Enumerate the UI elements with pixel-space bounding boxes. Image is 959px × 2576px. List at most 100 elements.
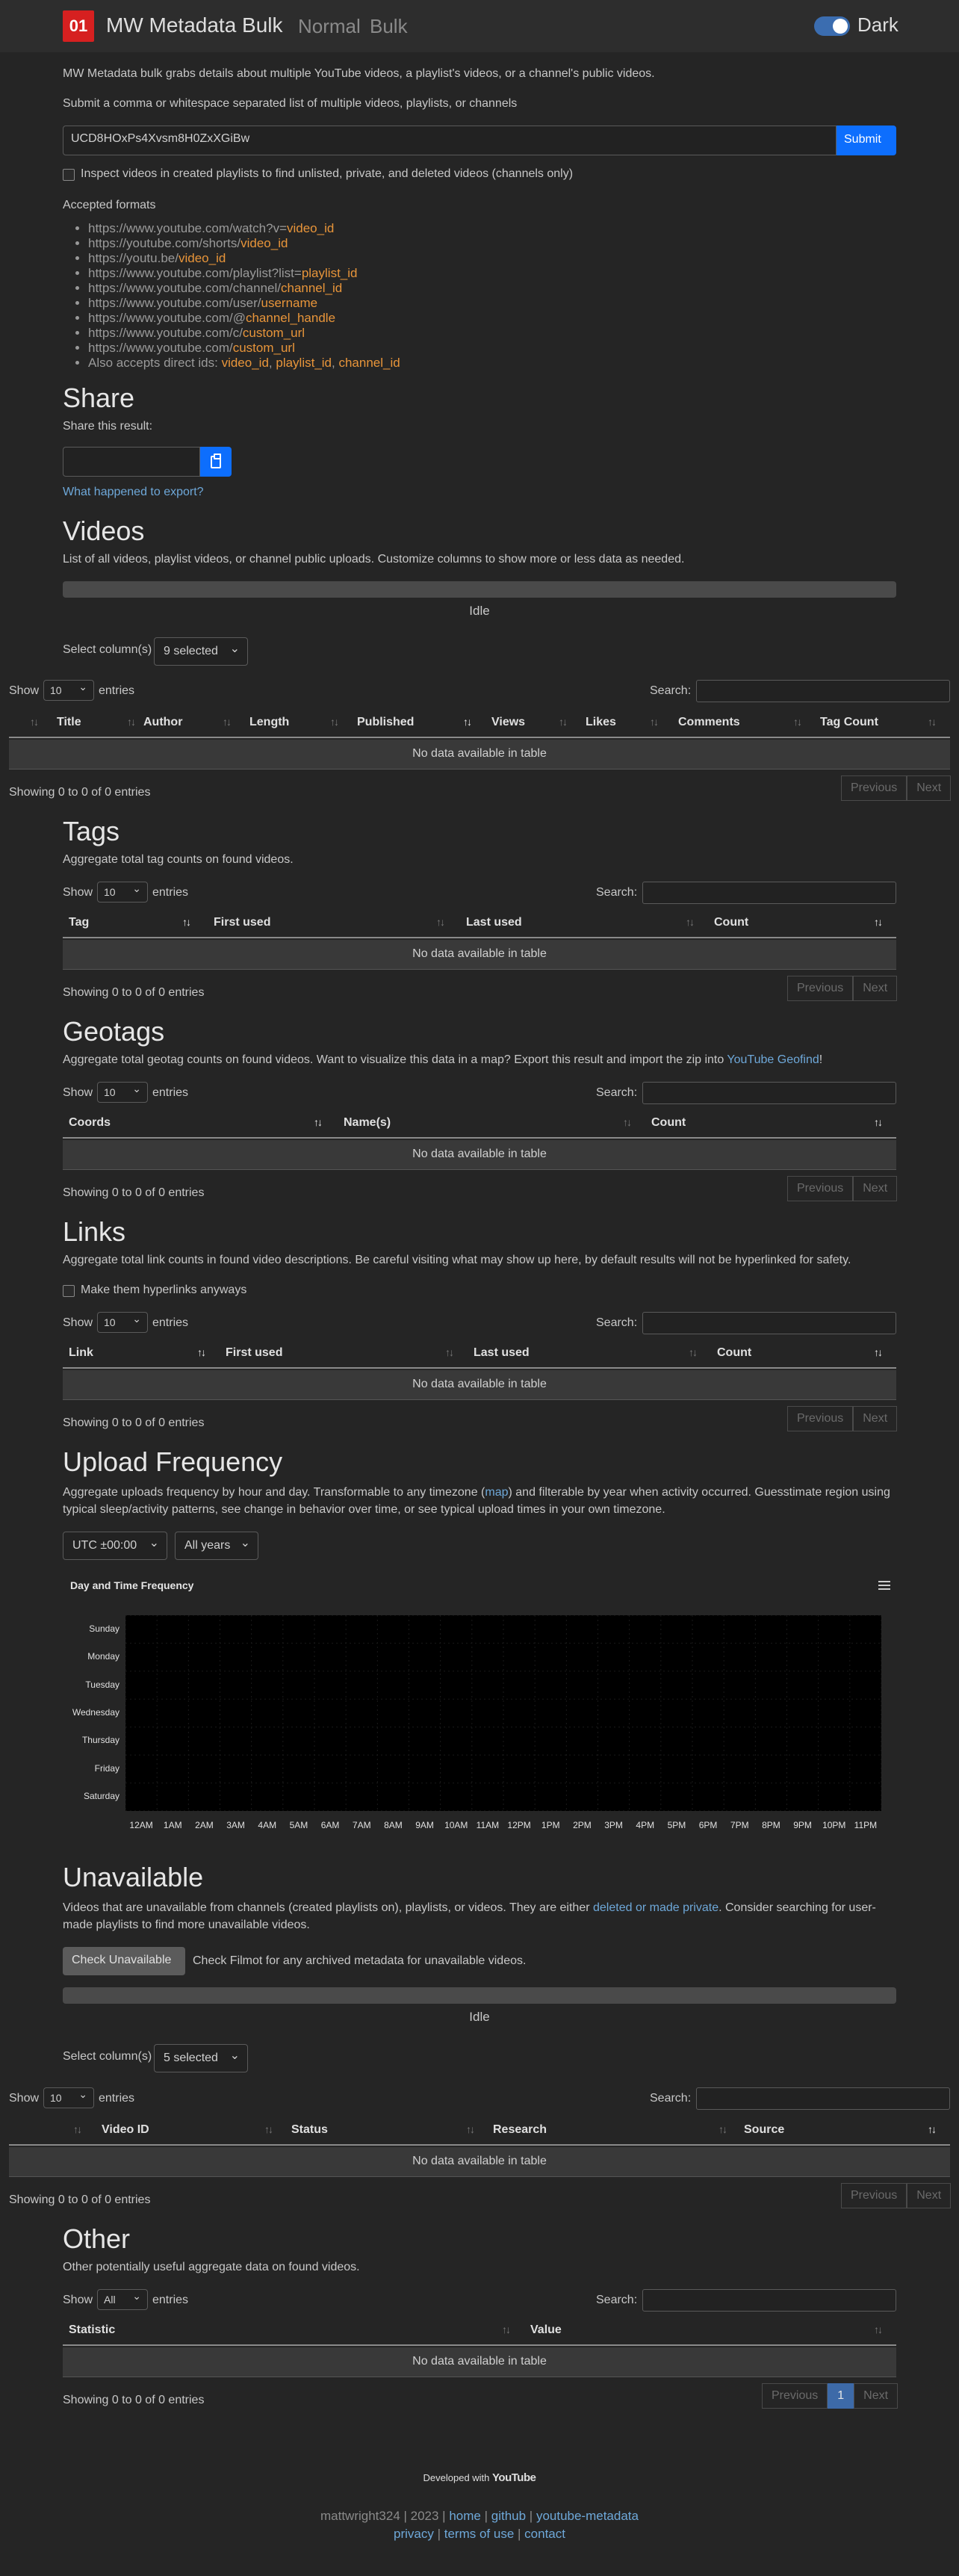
tags-entries-select[interactable]: 10 [97,882,148,902]
col-published[interactable]: Published [357,716,414,729]
sort-icon[interactable]: ↑↓ [650,716,659,728]
sort-icon[interactable]: ↑↓ [264,2123,273,2135]
prev-button[interactable]: Previous [841,2183,907,2208]
sort-icon[interactable]: ↑↓ [928,716,937,728]
col-length[interactable]: Length [249,716,289,729]
geotags-entries-select[interactable]: 10 [97,1082,148,1103]
export-link[interactable]: What happened to export? [63,486,204,499]
sort-asc-icon[interactable]: ↑↓ [197,1346,206,1358]
col-tag-count[interactable]: Tag Count [820,716,878,729]
nav-bulk-link[interactable]: Bulk [370,15,408,38]
share-input[interactable] [63,447,200,477]
videos-search-input[interactable] [696,680,950,702]
col-last-used[interactable]: Last used [474,1346,530,1360]
sort-icon[interactable]: ↑↓ [127,716,136,728]
col-title[interactable]: Title [57,716,81,729]
unavailable-columns-select[interactable]: 5 selected [154,2044,248,2072]
prev-button[interactable]: Previous [787,976,854,1001]
nav-normal-link[interactable]: Normal [298,15,361,38]
col-count[interactable]: Count [717,1346,751,1360]
links-entries-select[interactable]: 10 [97,1312,148,1333]
timezone-map-link[interactable]: map [485,1486,508,1499]
col-comments[interactable]: Comments [678,716,740,729]
col-source[interactable]: Source [744,2123,784,2137]
footer-privacy-link[interactable]: privacy [394,2527,434,2541]
geotags-search-input[interactable] [642,1082,896,1104]
sort-desc-icon[interactable]: ↑↓ [463,716,472,728]
col-value[interactable]: Value [530,2323,562,2337]
videos-columns-select[interactable]: 9 selected [154,637,248,666]
col-last-used[interactable]: Last used [466,916,522,929]
inspect-checkbox[interactable] [63,169,75,181]
sort-icon[interactable]: ↑↓ [223,716,232,728]
page-1-button[interactable]: 1 [828,2383,854,2409]
next-button[interactable]: Next [853,1406,898,1431]
sort-asc-icon[interactable]: ↑↓ [314,1116,323,1128]
prev-button[interactable]: Previous [762,2383,828,2409]
other-entries-select[interactable]: All [97,2289,148,2310]
years-select[interactable]: All years [175,1532,258,1560]
col-research[interactable]: Research [493,2123,547,2137]
sort-icon[interactable]: ↑↓ [436,916,445,928]
other-search-input[interactable] [642,2289,896,2312]
sort-icon[interactable]: ↑↓ [502,2323,511,2335]
sort-icon[interactable]: ↑↓ [686,916,695,928]
footer-terms-link[interactable]: terms of use [444,2527,515,2541]
dark-mode-toggle[interactable] [814,16,850,36]
next-button[interactable]: Next [907,2183,952,2208]
footer-repo-link[interactable]: youtube-metadata [536,2509,639,2523]
prev-button[interactable]: Previous [787,1406,854,1431]
prev-button[interactable]: Previous [787,1176,854,1201]
next-button[interactable]: Next [853,1176,898,1201]
col-coords[interactable]: Coords [69,1116,111,1130]
hyperlinks-checkbox[interactable] [63,1285,75,1297]
geofind-link[interactable]: YouTube Geofind [727,1053,819,1066]
copy-share-button[interactable] [200,447,232,477]
footer-github-link[interactable]: github [491,2509,526,2523]
sort-icon[interactable]: ↑↓ [719,2123,727,2135]
sort-icon[interactable]: ↑↓ [330,716,339,728]
ids-input[interactable]: UCD8HOxPs4Xvsm8H0ZxXGiBw [63,126,837,155]
tags-search-input[interactable] [642,882,896,904]
col-likes[interactable]: Likes [586,716,616,729]
sort-asc-icon[interactable]: ↑↓ [928,2123,937,2135]
sort-desc-icon[interactable]: ↑↓ [874,1346,883,1358]
brand-title[interactable]: MW Metadata Bulk [106,13,283,37]
timezone-select[interactable]: UTC ±00:00 [63,1532,167,1560]
sort-icon[interactable]: ↑↓ [623,1116,632,1128]
sort-icon[interactable]: ↑↓ [445,1346,454,1358]
sort-icon[interactable]: ↑↓ [466,2123,475,2135]
col-views[interactable]: Views [491,716,525,729]
videos-entries-select[interactable]: 10 [43,680,94,701]
next-button[interactable]: Next [907,775,952,801]
chart-menu-icon[interactable] [878,1581,890,1590]
next-button[interactable]: Next [853,976,898,1001]
sort-desc-icon[interactable]: ↑↓ [874,1116,883,1128]
footer-home-link[interactable]: home [449,2509,481,2523]
prev-button[interactable]: Previous [841,775,907,801]
sort-icon[interactable]: ↑↓ [689,1346,698,1358]
col-statistic[interactable]: Statistic [69,2323,115,2337]
next-button[interactable]: Next [854,2383,899,2409]
sort-icon[interactable]: ↑↓ [559,716,568,728]
links-search-input[interactable] [642,1312,896,1334]
sort-icon[interactable]: ↑↓ [793,716,802,728]
sort-desc-icon[interactable]: ↑↓ [874,916,883,928]
col-count[interactable]: Count [714,916,748,929]
col-names[interactable]: Name(s) [344,1116,391,1130]
col-status[interactable]: Status [291,2123,328,2137]
sort-icon[interactable]: ↑↓ [30,716,39,728]
submit-button[interactable]: Submit [837,126,896,155]
deleted-private-link[interactable]: deleted or made private [593,1901,719,1914]
youtube-logo[interactable]: YouTube [492,2471,536,2484]
unavailable-search-input[interactable] [696,2087,950,2110]
col-author[interactable]: Author [143,716,182,729]
col-first-used[interactable]: First used [226,1346,282,1360]
col-video-id[interactable]: Video ID [102,2123,149,2137]
col-count[interactable]: Count [651,1116,686,1130]
sort-icon[interactable]: ↑↓ [73,2123,82,2135]
unavailable-entries-select[interactable]: 10 [43,2087,94,2108]
footer-contact-link[interactable]: contact [524,2527,565,2541]
sort-icon[interactable]: ↑↓ [874,2323,883,2335]
col-tag[interactable]: Tag [69,916,89,929]
